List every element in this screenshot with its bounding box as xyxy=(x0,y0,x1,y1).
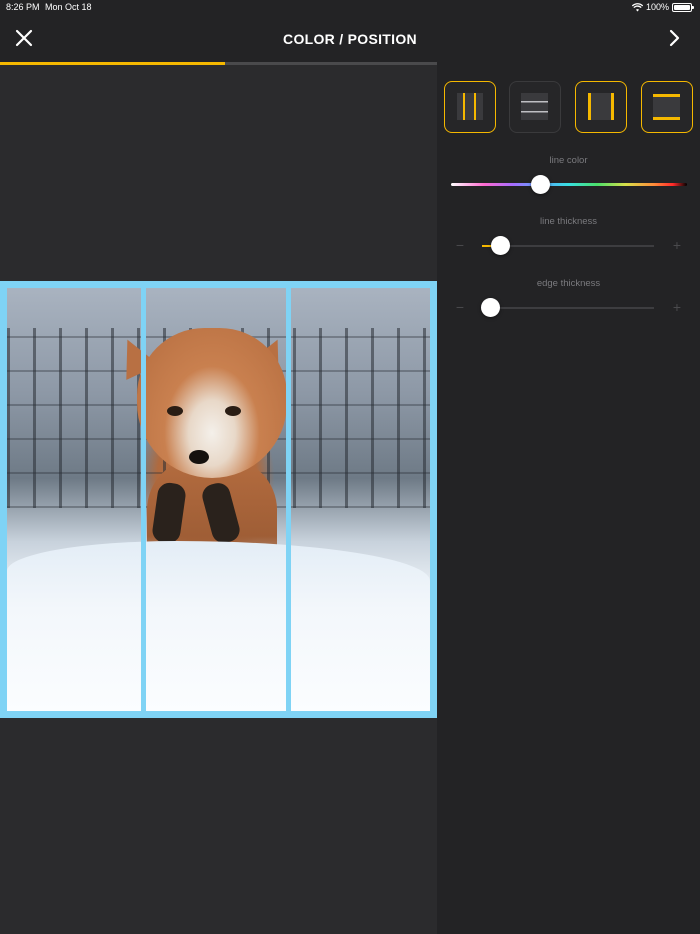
wifi-icon xyxy=(631,2,643,11)
status-right: 100% xyxy=(631,2,694,12)
horizontal-edges-icon xyxy=(653,94,680,120)
edge-thickness-label: edge thickness xyxy=(536,278,601,289)
mode-vertical-lines-button[interactable] xyxy=(444,81,496,133)
edge-thickness-increase-button[interactable]: + xyxy=(668,298,686,316)
fox-eye-right xyxy=(225,406,241,416)
split-line-2[interactable] xyxy=(286,281,291,718)
line-color-slider[interactable] xyxy=(451,175,687,194)
next-button[interactable] xyxy=(662,26,686,50)
status-date: Mon Oct 18 xyxy=(45,2,92,12)
controls-panel: line color line thickness − + edge thick… xyxy=(437,65,700,934)
edge-thickness-slider-thumb[interactable] xyxy=(481,298,501,317)
status-bar: 8:26 PM Mon Oct 18 100% xyxy=(0,0,700,14)
split-line-1[interactable] xyxy=(141,281,146,718)
nav-bar: COLOR / POSITION xyxy=(0,14,700,64)
chevron-right-icon xyxy=(669,29,680,47)
page-title: COLOR / POSITION xyxy=(283,31,417,47)
fox-nose xyxy=(189,450,209,464)
split-photo-frame[interactable] xyxy=(0,281,437,718)
fox-head xyxy=(137,328,287,478)
edge-thickness-slider[interactable] xyxy=(481,298,654,317)
mode-horizontal-edges-button[interactable] xyxy=(641,81,693,133)
split-mode-row xyxy=(444,81,694,133)
edge-thickness-decrease-button[interactable]: − xyxy=(451,298,469,316)
battery-percent: 100% xyxy=(645,2,669,12)
preview-canvas xyxy=(0,65,437,934)
line-thickness-slider-thumb[interactable] xyxy=(491,236,511,255)
status-time: 8:26 PM xyxy=(6,2,40,12)
mode-vertical-edges-button[interactable] xyxy=(575,81,627,133)
line-color-label: line color xyxy=(549,155,588,166)
line-thickness-label: line thickness xyxy=(539,216,598,227)
horizontal-lines-icon xyxy=(521,93,548,120)
battery-icon xyxy=(672,2,694,12)
snow-ground xyxy=(7,541,430,711)
battery-fill xyxy=(674,4,690,10)
vertical-edges-icon xyxy=(588,93,614,120)
fox-eye-left xyxy=(167,406,183,416)
vertical-lines-icon xyxy=(457,93,483,120)
fox-photo xyxy=(7,288,430,711)
line-thickness-increase-button[interactable]: + xyxy=(668,236,686,254)
line-thickness-decrease-button[interactable]: − xyxy=(451,236,469,254)
line-color-slider-thumb[interactable] xyxy=(531,175,551,194)
line-thickness-slider[interactable] xyxy=(482,236,654,255)
mode-horizontal-lines-button[interactable] xyxy=(509,81,561,133)
